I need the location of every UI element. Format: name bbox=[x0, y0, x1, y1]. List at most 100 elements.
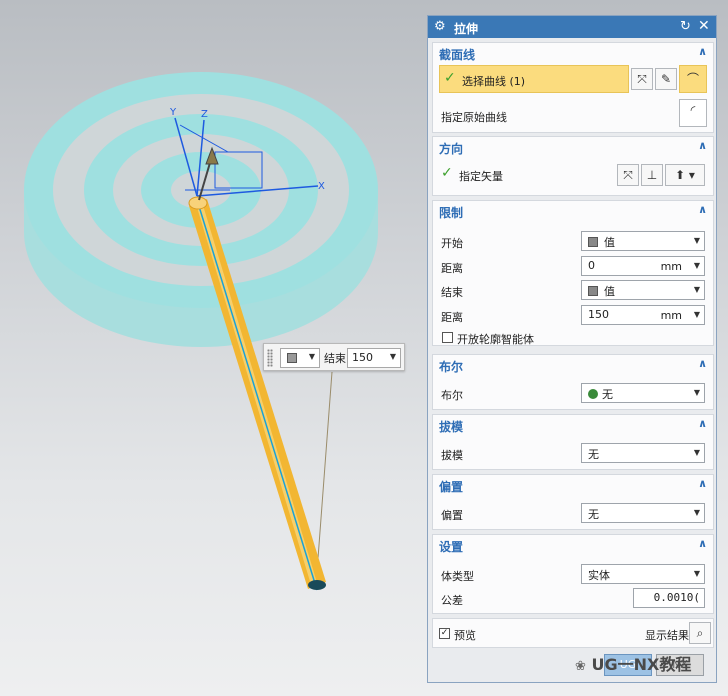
boolean-none-icon bbox=[588, 389, 598, 399]
end-distance-label: 距离 bbox=[441, 311, 463, 324]
start-distance-field[interactable]: 0 mm ▼ bbox=[581, 256, 705, 276]
body-type-label: 体类型 bbox=[441, 570, 474, 583]
origin-curve-icon[interactable]: ◜ bbox=[679, 99, 707, 127]
close-icon[interactable]: ✕ bbox=[698, 18, 710, 34]
open-profile-checkbox[interactable] bbox=[442, 332, 453, 343]
collapse-icon[interactable]: ∧ bbox=[698, 357, 707, 370]
direction-title: 方向 bbox=[439, 142, 464, 156]
value-cube-icon bbox=[588, 286, 598, 296]
dialog-title: 拉伸 bbox=[454, 22, 479, 36]
sketch-section-icon[interactable]: ✎ bbox=[655, 68, 677, 90]
chevron-down-icon: ▼ bbox=[693, 508, 700, 517]
dialog-titlebar: ⚙ 拉伸 ↻ ✕ bbox=[428, 16, 716, 38]
draft-value: 无 bbox=[588, 448, 599, 461]
tolerance-field[interactable]: 0.0010( bbox=[633, 588, 705, 608]
offset-value: 无 bbox=[588, 508, 599, 521]
axis-label-y: Y bbox=[169, 107, 177, 118]
end-distance-field[interactable]: 150 mm ▼ bbox=[581, 305, 705, 325]
start-distance-value: 0 bbox=[588, 259, 595, 272]
curve-rule-icon[interactable]: ⤧ bbox=[631, 68, 653, 90]
offset-dropdown[interactable]: 无 ▼ bbox=[581, 503, 705, 523]
settings-group: 设置 ∧ 体类型 实体 ▼ 公差 0.0010( bbox=[432, 534, 714, 614]
boolean-label: 布尔 bbox=[441, 389, 463, 402]
chevron-down-icon: ▼ bbox=[693, 310, 700, 319]
vector-type-dropdown[interactable]: ⬆ ▾ bbox=[665, 164, 705, 186]
chevron-down-icon: ▼ bbox=[308, 352, 315, 361]
end-type-dropdown[interactable]: 值 ▼ bbox=[581, 280, 705, 300]
float-end-value[interactable]: 150 ▼ bbox=[347, 348, 401, 368]
chevron-down-icon: ▼ bbox=[693, 388, 700, 397]
drag-grip[interactable] bbox=[267, 349, 273, 367]
reverse-direction-icon[interactable]: ⤧ bbox=[617, 164, 639, 186]
preview-footer: ✓ 预览 显示结果 ⌕ bbox=[432, 618, 714, 648]
specify-origin-label: 指定原始曲线 bbox=[441, 111, 507, 124]
chevron-down-icon: ▼ bbox=[693, 261, 700, 270]
end-distance-value: 150 bbox=[588, 308, 609, 321]
boolean-value: 无 bbox=[602, 388, 613, 401]
chevron-down-icon: ▼ bbox=[693, 448, 700, 457]
extrude-dialog: ⚙ 拉伸 ↻ ✕ 截面线 ∧ ✓ 选择曲线 (1) ⤧ ✎ ⌒ 指定原始曲线 ◜… bbox=[427, 15, 717, 683]
leader-line bbox=[315, 371, 333, 586]
end-unit: mm bbox=[660, 309, 682, 322]
watermark-text: UG一NX教程 bbox=[591, 655, 692, 674]
floating-limit-widget: ▼ 结束 150 ▼ bbox=[263, 343, 405, 371]
axis-label-x: X bbox=[318, 181, 325, 192]
start-unit: mm bbox=[660, 260, 682, 273]
specify-vector-label: 指定矢量 bbox=[459, 170, 503, 183]
draft-label: 拔模 bbox=[441, 449, 463, 462]
preview-label: 预览 bbox=[454, 629, 476, 642]
start-label: 开始 bbox=[441, 237, 463, 250]
show-result-label: 显示结果 bbox=[645, 629, 689, 642]
chevron-down-icon: ▼ bbox=[693, 285, 700, 294]
float-end-value-text: 150 bbox=[352, 351, 373, 364]
limits-title: 限制 bbox=[439, 206, 464, 220]
magnifier-icon[interactable]: ⌕ bbox=[689, 622, 711, 644]
watermark: ❀ UG一NX教程 bbox=[575, 651, 691, 675]
float-end-label: 结束 bbox=[324, 352, 346, 365]
collapse-icon[interactable]: ∧ bbox=[698, 203, 707, 216]
start-type-value: 值 bbox=[604, 236, 615, 249]
offset-label: 偏置 bbox=[441, 509, 463, 522]
start-distance-label: 距离 bbox=[441, 262, 463, 275]
open-profile-label: 开放轮廓智能体 bbox=[457, 333, 534, 346]
section-curve-title: 截面线 bbox=[439, 48, 476, 62]
tolerance-value: 0.0010( bbox=[653, 591, 700, 604]
reset-icon[interactable]: ↻ bbox=[680, 19, 691, 34]
value-cube-icon bbox=[287, 353, 297, 363]
offset-group: 偏置 ∧ 偏置 无 ▼ bbox=[432, 474, 714, 530]
limit-type-dropdown[interactable]: ▼ bbox=[280, 348, 320, 368]
check-icon: ✓ bbox=[441, 165, 453, 181]
vector-constructor-icon[interactable]: ⊥ bbox=[641, 164, 663, 186]
curve-select-icon[interactable]: ⌒ bbox=[679, 65, 707, 93]
draft-title: 拔模 bbox=[439, 420, 464, 434]
body-type-dropdown[interactable]: 实体 ▼ bbox=[581, 564, 705, 584]
draft-dropdown[interactable]: 无 ▼ bbox=[581, 443, 705, 463]
boolean-dropdown[interactable]: 无 ▼ bbox=[581, 383, 705, 403]
collapse-icon[interactable]: ∧ bbox=[698, 139, 707, 152]
axis-label-z: Z bbox=[201, 109, 208, 120]
gear-icon: ⚙ bbox=[434, 19, 446, 34]
tolerance-label: 公差 bbox=[441, 594, 463, 607]
draft-group: 拔模 ∧ 拔模 无 ▼ bbox=[432, 414, 714, 470]
collapse-icon[interactable]: ∧ bbox=[698, 45, 707, 58]
chevron-down-icon: ▼ bbox=[693, 569, 700, 578]
chevron-down-icon: ▼ bbox=[389, 352, 396, 361]
settings-title: 设置 bbox=[439, 540, 464, 554]
chevron-down-icon: ▼ bbox=[693, 236, 700, 245]
check-icon: ✓ bbox=[444, 70, 456, 86]
offset-title: 偏置 bbox=[439, 480, 464, 494]
start-type-dropdown[interactable]: 值 ▼ bbox=[581, 231, 705, 251]
collapse-icon[interactable]: ∧ bbox=[698, 537, 707, 550]
direction-group: 方向 ∧ ✓ 指定矢量 ⤧ ⊥ ⬆ ▾ bbox=[432, 136, 714, 196]
boolean-title: 布尔 bbox=[439, 360, 464, 374]
select-curve-row[interactable]: ✓ 选择曲线 (1) bbox=[439, 65, 629, 93]
body-type-value: 实体 bbox=[588, 569, 610, 582]
collapse-icon[interactable]: ∧ bbox=[698, 417, 707, 430]
section-curve-group: 截面线 ∧ ✓ 选择曲线 (1) ⤧ ✎ ⌒ 指定原始曲线 ◜ bbox=[432, 42, 714, 133]
preview-checkbox[interactable]: ✓ bbox=[439, 628, 450, 639]
boolean-group: 布尔 ∧ 布尔 无 ▼ bbox=[432, 354, 714, 410]
limits-group: 限制 ∧ 开始 值 ▼ 距离 0 mm ▼ 结束 值 ▼ 距离 150 mm ▼… bbox=[432, 200, 714, 346]
select-curve-label: 选择曲线 (1) bbox=[462, 75, 526, 88]
collapse-icon[interactable]: ∧ bbox=[698, 477, 707, 490]
wechat-icon: ❀ bbox=[575, 659, 586, 674]
